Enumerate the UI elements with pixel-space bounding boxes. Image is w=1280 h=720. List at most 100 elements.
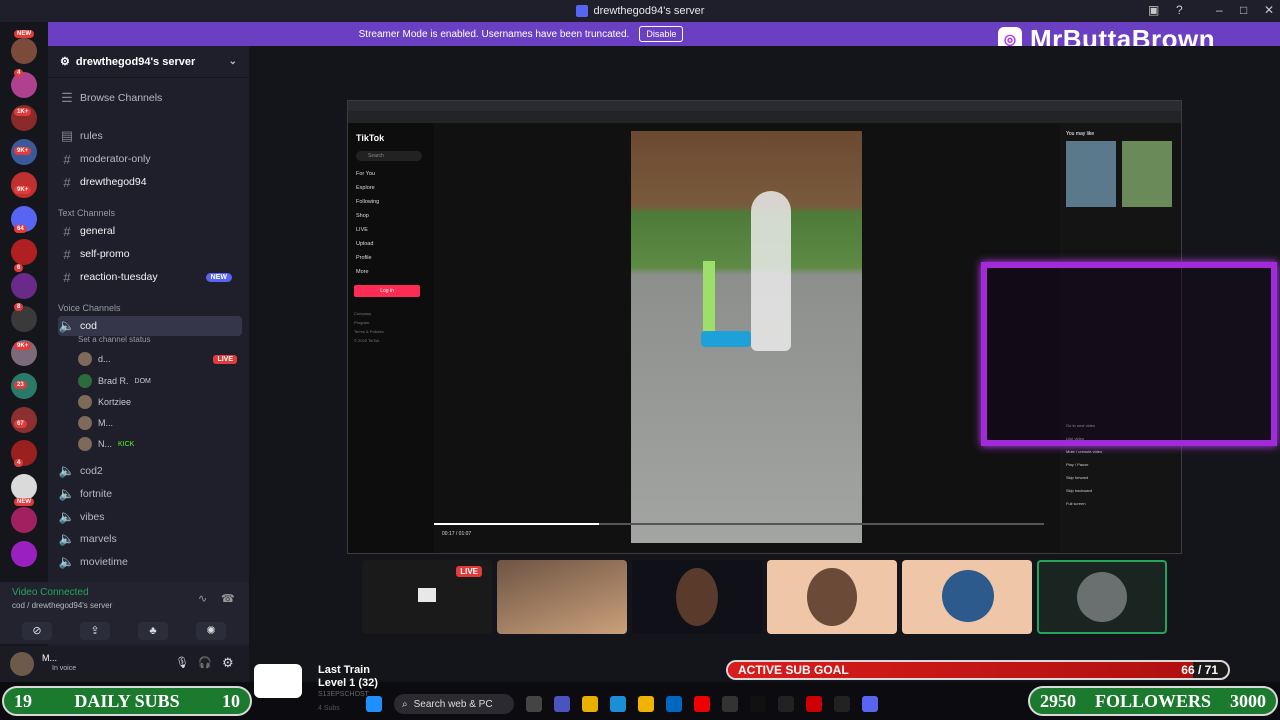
tiktok-video[interactable]	[631, 131, 862, 543]
nav-following[interactable]: Following	[356, 199, 379, 205]
menu-item[interactable]: Skip backward	[1066, 488, 1092, 493]
channel-moderator-only[interactable]: # moderator-only	[58, 149, 242, 169]
voice-user[interactable]: N... KICK	[78, 435, 134, 453]
server-icon[interactable]	[11, 272, 37, 299]
server-icon[interactable]	[11, 473, 37, 500]
windows-start-icon[interactable]	[366, 696, 382, 712]
reco-thumb[interactable]	[1122, 141, 1172, 207]
taskbar-search[interactable]: ⌕ Search web & PC	[394, 694, 514, 714]
channel-status[interactable]: Set a channel status	[78, 335, 151, 344]
chrome-icon[interactable]	[582, 696, 598, 712]
channel-self-promo[interactable]: # self-promo	[58, 244, 242, 264]
tee-base	[701, 331, 751, 347]
participant-tile[interactable]	[632, 560, 762, 634]
soundboard-button[interactable]: ✺	[196, 622, 226, 640]
menu-item[interactable]: Mute / unmute video	[1066, 449, 1102, 454]
tiktok-login-button[interactable]: Log in	[354, 285, 420, 297]
explorer-icon[interactable]	[638, 696, 654, 712]
screenshare-button[interactable]: ⇪	[80, 622, 110, 640]
reco-thumb[interactable]	[1066, 141, 1116, 207]
server-icon[interactable]	[11, 38, 37, 64]
channel-label: moderator-only	[80, 153, 151, 165]
footer-link[interactable]: Company	[354, 311, 371, 316]
activity-button[interactable]: ♣	[138, 622, 168, 640]
nav-upload[interactable]: Upload	[356, 241, 373, 247]
voice-channel[interactable]: 🔈 vibes	[58, 507, 242, 527]
server-header[interactable]: ⚙ drewthegod94's server ⌄	[48, 46, 249, 78]
browse-channels[interactable]: ☰ Browse Channels	[58, 88, 242, 108]
server-icon[interactable]	[11, 507, 37, 533]
voice-user[interactable]: Kortziee	[78, 393, 131, 411]
footer-link[interactable]: Program	[354, 320, 369, 325]
channel-general[interactable]: # general	[58, 221, 242, 241]
disable-button[interactable]: Disable	[639, 26, 684, 42]
speaker-icon: 🔈	[58, 531, 76, 546]
hash-icon: #	[63, 246, 71, 262]
camera-off-button[interactable]: ⊘	[22, 622, 52, 640]
menu-item[interactable]: Play / Pause	[1066, 462, 1088, 467]
server-icon[interactable]	[11, 540, 37, 567]
video-progress[interactable]	[434, 523, 1044, 525]
menu-item[interactable]: Full screen	[1066, 501, 1086, 506]
nav-live[interactable]: LIVE	[356, 227, 368, 233]
teams-icon[interactable]	[554, 696, 570, 712]
edge-icon[interactable]	[610, 696, 626, 712]
server-icon[interactable]	[11, 239, 37, 265]
voice-channel[interactable]: 🔈 marvels	[58, 529, 242, 549]
help-icon[interactable]: ?	[1176, 3, 1183, 17]
channel-rules[interactable]: ▤ rules	[58, 126, 242, 146]
live-badge: LIVE	[456, 566, 482, 577]
voice-channels-category[interactable]: Voice Channels	[58, 303, 121, 313]
channel-reaction-tuesday[interactable]: # reaction-tuesday NEW	[58, 267, 242, 287]
voice-user[interactable]: M...	[78, 414, 113, 432]
nav-for-you[interactable]: For You	[356, 171, 375, 177]
disconnect-icon[interactable]: ☎	[221, 592, 235, 605]
close-button[interactable]: ✕	[1264, 3, 1274, 17]
app-icon[interactable]	[834, 696, 850, 712]
participant-tile[interactable]	[902, 560, 1032, 634]
nav-more[interactable]: More	[356, 269, 369, 275]
text-channels-category[interactable]: Text Channels	[58, 208, 115, 218]
nav-shop[interactable]: Shop	[356, 213, 369, 219]
menu-item[interactable]: Skip forward	[1066, 475, 1088, 480]
voice-user[interactable]: d...	[78, 350, 111, 368]
discord-icon[interactable]	[862, 696, 878, 712]
minimize-button[interactable]: –	[1216, 3, 1223, 17]
voice-channel[interactable]: 🔈 movietime	[58, 552, 242, 572]
footer-link[interactable]: Terms & Policies	[354, 329, 384, 334]
youtube-icon[interactable]	[694, 696, 710, 712]
voice-channel[interactable]: 🔈 fortnite	[58, 484, 242, 504]
nav-explore[interactable]: Explore	[356, 185, 375, 191]
server-badge: NEW	[14, 498, 34, 506]
nav-profile[interactable]: Profile	[356, 255, 372, 261]
avatar[interactable]	[10, 652, 34, 676]
tiktok-icon[interactable]	[750, 696, 766, 712]
participant-tile[interactable]	[497, 560, 627, 634]
participant-tile[interactable]	[767, 560, 897, 634]
tiktok-logo: TikTok	[356, 133, 385, 143]
app-icon[interactable]	[778, 696, 794, 712]
server-badge: 6	[14, 264, 24, 272]
tiktok-search[interactable]: Search	[356, 151, 422, 161]
participant-tile[interactable]: LIVE	[362, 560, 492, 634]
maximize-button[interactable]: □	[1240, 3, 1247, 17]
participant-tile-speaking[interactable]	[1037, 560, 1167, 634]
headphones-icon[interactable]: 🎧	[198, 656, 212, 669]
screen-icon[interactable]: ▣	[1148, 3, 1159, 17]
track-level: Level 1 (32)	[318, 677, 378, 689]
obs-icon[interactable]	[722, 696, 738, 712]
task-view-icon[interactable]	[526, 696, 542, 712]
voice-channel-cod[interactable]: 🔈 cod	[58, 316, 242, 336]
store-icon[interactable]	[666, 696, 682, 712]
noise-icon[interactable]: ∿	[198, 592, 207, 605]
channel-drewthegod94[interactable]: # drewthegod94	[58, 172, 242, 192]
app-icon[interactable]	[806, 696, 822, 712]
server-badge: 9K+	[14, 147, 32, 155]
gear-icon[interactable]: ⚙	[222, 655, 234, 671]
child-figure	[751, 191, 791, 351]
server-icon[interactable]	[11, 172, 37, 198]
channel-label: self-promo	[80, 248, 130, 260]
voice-user[interactable]: Brad R. DOM	[78, 372, 151, 390]
voice-channel[interactable]: 🔈 cod2	[58, 461, 242, 481]
mic-icon[interactable]: 🎙	[175, 656, 189, 669]
